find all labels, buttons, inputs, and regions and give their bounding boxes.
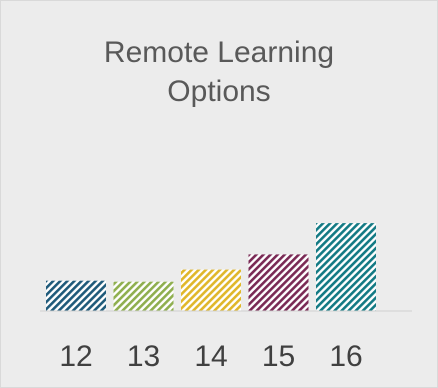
bar-chart: 12 13 14 15 16 — [40, 223, 412, 373]
category-label-16: 16 — [329, 340, 362, 373]
category-labels-group: 12 13 14 15 16 — [59, 340, 362, 373]
category-label-12: 12 — [59, 340, 92, 373]
category-label-15: 15 — [262, 340, 295, 373]
category-label-13: 13 — [127, 340, 160, 373]
category-label-14: 14 — [194, 340, 227, 373]
bar-12 — [46, 280, 106, 311]
bar-14 — [181, 269, 241, 311]
bar-15 — [248, 254, 309, 311]
bar-13 — [113, 281, 174, 311]
bars-group — [46, 223, 376, 311]
bar-16 — [316, 223, 376, 311]
